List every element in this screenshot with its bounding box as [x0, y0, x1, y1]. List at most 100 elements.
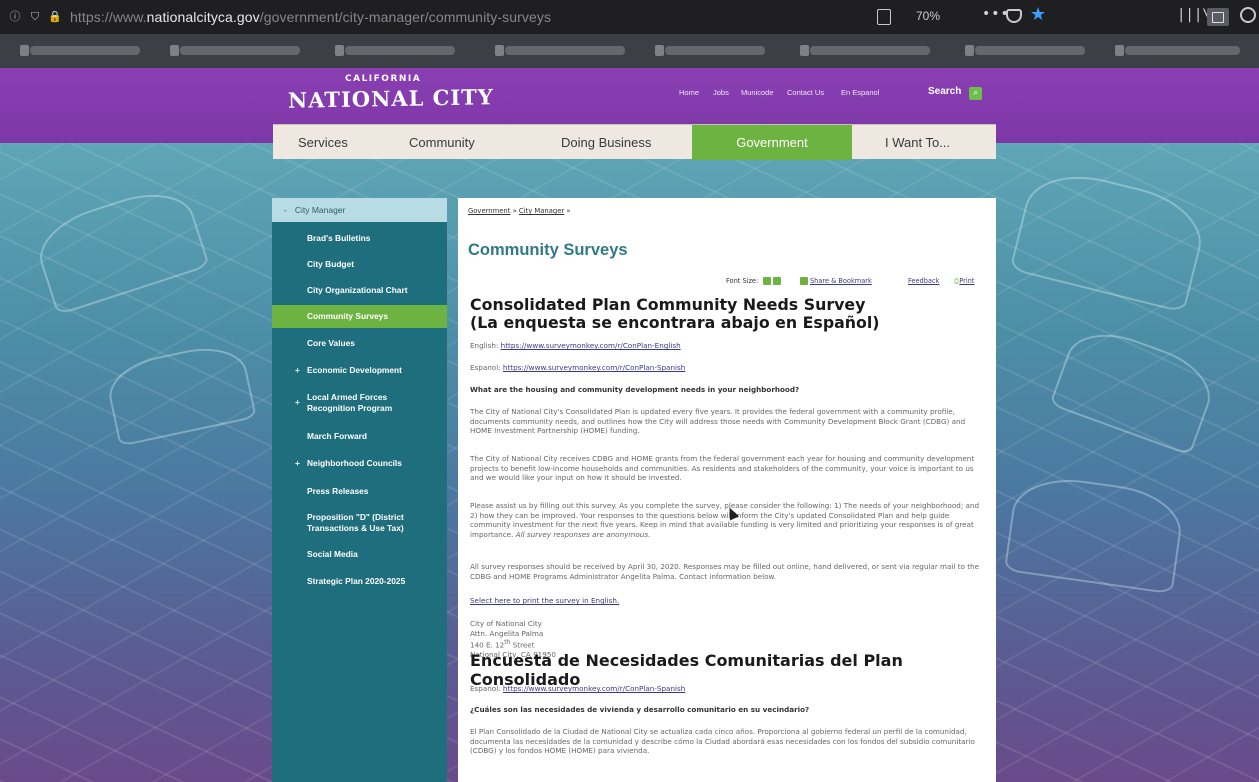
- bookmark-item[interactable]: [965, 45, 1085, 56]
- shield-icon[interactable]: ⛉: [28, 10, 42, 24]
- breadcrumb: Government » City Manager »: [468, 207, 571, 215]
- sidenav-item-label: Proposition "D" (District Transactions &…: [307, 512, 404, 533]
- share-bookmark[interactable]: Share & Bookmark: [800, 277, 872, 285]
- feedback-label: Feedback: [908, 277, 940, 285]
- nav-services[interactable]: Services: [273, 125, 376, 160]
- search-label[interactable]: Search: [928, 86, 961, 97]
- pocket-icon[interactable]: [1006, 9, 1022, 23]
- collapse-icon: -: [284, 205, 287, 215]
- sidenav-item-strategic-plan[interactable]: Strategic Plan 2020-2025: [272, 576, 447, 587]
- sidenav-item-proposition-d[interactable]: Proposition "D" (District Transactions &…: [272, 512, 447, 534]
- sidenav-item-press-releases[interactable]: Press Releases: [272, 486, 447, 497]
- sidenav-item-label: Press Releases: [307, 486, 369, 496]
- sidenav-item-armed-forces[interactable]: + Local Armed Forces Recognition Program: [272, 392, 442, 414]
- font-increase-icon[interactable]: [763, 277, 772, 285]
- bookmark-star-icon[interactable]: ★: [1030, 4, 1046, 25]
- font-decrease-icon[interactable]: [773, 277, 782, 285]
- address-line: Attn. Angelita Palma: [470, 628, 544, 638]
- es-link-line: Espanol: https://www.surveymonkey.com/r/…: [470, 684, 985, 694]
- paragraph-1: The City of National City's Consolidated…: [470, 407, 966, 436]
- spanish-survey-link[interactable]: https://www.surveymonkey.com/r/ConPlan-S…: [503, 363, 685, 372]
- address-street-number: 140 E. 12: [470, 640, 505, 650]
- es-label: Espanol:: [470, 684, 501, 693]
- util-link-espanol[interactable]: En Espanol: [841, 88, 879, 97]
- util-link-municode[interactable]: Municode: [741, 88, 774, 97]
- sidenav-item-label: Social Media: [307, 549, 358, 559]
- sidenav-item-label: City Budget: [307, 259, 354, 269]
- main-content: Government » City Manager » Community Su…: [458, 198, 996, 782]
- address-street: Street: [510, 640, 535, 650]
- share-icon: [800, 277, 808, 285]
- survey-question: What are the housing and community devel…: [470, 385, 800, 394]
- nav-i-want-to[interactable]: I Want To...: [852, 125, 996, 160]
- sidenav-item-label: Economic Development: [307, 365, 402, 375]
- sidenav-item-community-surveys[interactable]: Community Surveys: [272, 305, 447, 328]
- util-link-home[interactable]: Home: [679, 88, 699, 97]
- breadcrumb-city-manager[interactable]: City Manager: [519, 207, 564, 215]
- survey-heading-line2: (La enquesta se encontrara abajo en Espa…: [470, 313, 880, 332]
- nav-doing-business[interactable]: Doing Business: [506, 125, 692, 160]
- url-path: /government/city-manager/community-surve…: [259, 9, 552, 25]
- sidenav-item-neighborhood-councils[interactable]: + Neighborhood Councils: [272, 458, 447, 469]
- sidenav-item-social-media[interactable]: Social Media: [272, 549, 447, 560]
- bookmark-item[interactable]: [20, 45, 140, 56]
- spanish-link-line: Espanol: https://www.surveymonkey.com/r/…: [470, 363, 985, 373]
- logo-state: CALIFORNIA: [345, 74, 422, 84]
- feedback-link[interactable]: Feedback: [908, 277, 939, 285]
- print-label: Print: [959, 277, 975, 285]
- account-icon[interactable]: [1240, 7, 1256, 23]
- paragraph-3: Please assist us by filling out this sur…: [470, 501, 985, 539]
- bookmark-item[interactable]: [1115, 45, 1240, 56]
- sidenav-item-label: Community Surveys: [307, 311, 388, 321]
- sidenav-item-label: City Organizational Chart: [307, 285, 408, 295]
- bookmarks-toolbar: [0, 34, 1259, 68]
- expand-icon: +: [295, 365, 300, 375]
- sidenav-item-city-budget[interactable]: City Budget: [272, 259, 447, 270]
- sidenav-item-label: Strategic Plan 2020-2025: [307, 576, 406, 586]
- sidenav-item-label: Neighborhood Councils: [307, 458, 402, 468]
- lock-icon[interactable]: 🔒: [48, 10, 62, 24]
- sidenav-item-core-values[interactable]: Core Values: [272, 338, 447, 349]
- survey-heading-english: Consolidated Plan Community Needs Survey…: [470, 296, 880, 332]
- print-survey-link[interactable]: Select here to print the survey in Engli…: [470, 596, 619, 605]
- sidebar-toggle-icon[interactable]: [1207, 8, 1229, 26]
- english-survey-link[interactable]: https://www.surveymonkey.com/r/ConPlan-E…: [501, 341, 681, 350]
- bookmark-item[interactable]: [335, 45, 455, 56]
- sidenav-item-brads-bulletins[interactable]: Brad's Bulletins: [272, 233, 447, 244]
- sidenav-item-march-forward[interactable]: March Forward: [272, 431, 447, 442]
- bookmark-item[interactable]: [170, 45, 300, 56]
- es-survey-link[interactable]: https://www.surveymonkey.com/r/ConPlan-S…: [503, 684, 685, 693]
- font-size-tool: Font Size:: [726, 277, 783, 285]
- site-logo[interactable]: NATIONAL CITY: [288, 84, 494, 113]
- url-host: nationalcityca.gov: [146, 9, 260, 25]
- english-label: English:: [470, 341, 499, 350]
- sidenav-city-manager[interactable]: - City Manager: [272, 198, 447, 222]
- sidenav-item-org-chart[interactable]: City Organizational Chart: [272, 285, 447, 296]
- share-bookmark-link: Share & Bookmark: [810, 277, 872, 285]
- library-icon[interactable]: |||\: [1177, 7, 1211, 23]
- util-link-contact[interactable]: Contact Us: [787, 88, 824, 97]
- sidenav-item-label: Core Values: [307, 338, 355, 348]
- reader-view-icon[interactable]: [877, 9, 891, 25]
- search-icon[interactable]: ⌕: [969, 87, 982, 100]
- zoom-level[interactable]: 70%: [916, 9, 940, 23]
- breadcrumb-separator: »: [512, 207, 517, 215]
- breadcrumb-government[interactable]: Government: [468, 207, 510, 215]
- bookmark-item[interactable]: [495, 45, 625, 56]
- nav-community[interactable]: Community: [376, 125, 506, 160]
- anonymous-note: All survey responses are anonymous.: [515, 529, 651, 539]
- main-nav: Services Community Doing Business Govern…: [273, 124, 996, 160]
- sidenav-item-economic-development[interactable]: + Economic Development: [272, 365, 447, 376]
- info-icon[interactable]: ⓘ: [8, 10, 22, 24]
- survey-heading-line1: Consolidated Plan Community Needs Survey: [470, 295, 866, 314]
- nav-government[interactable]: Government: [692, 125, 852, 160]
- url-input[interactable]: https://www.nationalcityca.gov/governmen…: [70, 9, 590, 25]
- print-link[interactable]: ⎙Print: [954, 277, 974, 286]
- sidenav-top-label: City Manager: [294, 205, 346, 215]
- es-question: ¿Cuáles son las necesidades de vivienda …: [470, 705, 810, 714]
- breadcrumb-separator: »: [566, 207, 571, 215]
- bookmark-item[interactable]: [655, 45, 765, 56]
- bookmark-item[interactable]: [800, 45, 930, 56]
- util-link-jobs[interactable]: Jobs: [713, 88, 729, 97]
- font-size-label: Font Size:: [726, 277, 759, 285]
